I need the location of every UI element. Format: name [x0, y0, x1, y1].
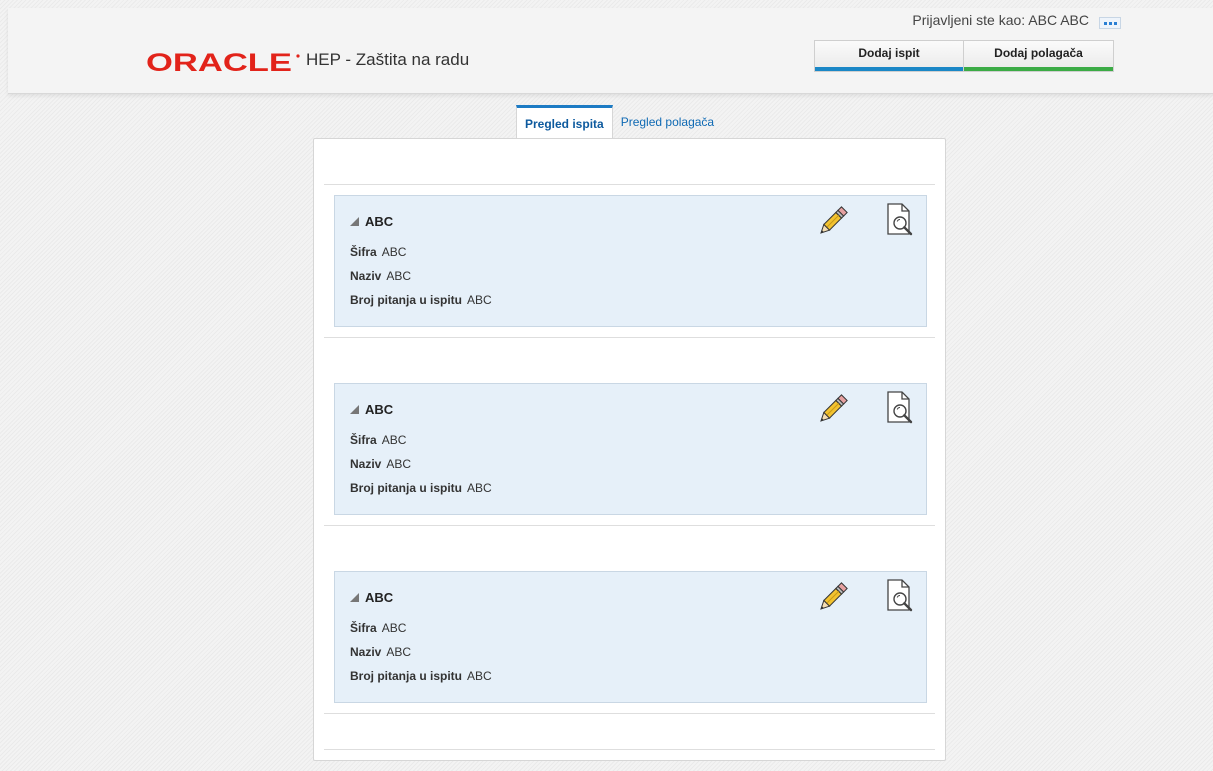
add-exam-accent-bar [815, 67, 963, 71]
card-title: ABC [350, 214, 393, 229]
field-name-value: ABC [386, 457, 412, 471]
collapse-triangle-icon[interactable] [350, 217, 359, 226]
field-code-label: Šifra [350, 245, 377, 259]
divider [324, 184, 935, 185]
field-code: Šifra ABC [350, 433, 406, 447]
more-icon[interactable] [1099, 17, 1121, 29]
svg-text:ORACLE: ORACLE [146, 50, 292, 74]
add-candidate-button[interactable]: Dodaj polagača [964, 40, 1114, 72]
tab-exam-overview[interactable]: Pregled ispita [516, 105, 613, 139]
card-title: ABC [350, 590, 393, 605]
app-header: ORACLE HEP - Zaštita na radu Prijavljeni… [8, 8, 1213, 94]
exam-card: ABC Šifra ABC Naziv ABC Broj pitanja u isp… [334, 195, 927, 327]
field-question-count-value: ABC [467, 669, 492, 683]
field-name-value: ABC [386, 645, 412, 659]
oracle-logo: ORACLE [146, 50, 300, 74]
document-search-icon[interactable] [881, 202, 917, 238]
add-exam-button[interactable]: Dodaj ispit [814, 40, 964, 72]
tab-candidate-overview[interactable]: Pregled polagača [613, 105, 722, 139]
tab-bar: Pregled ispita Pregled polagača [516, 105, 722, 139]
logged-in-user-label: Prijavljeni ste kao: ABC ABC [912, 12, 1089, 28]
field-question-count-value: ABC [467, 481, 492, 495]
pencil-icon[interactable] [815, 203, 851, 239]
field-name-label: Naziv [350, 269, 382, 283]
collapse-triangle-icon[interactable] [350, 405, 359, 414]
field-code-value: ABC [381, 621, 407, 635]
branding: ORACLE HEP - Zaštita na radu [146, 50, 469, 74]
field-question-count: Broj pitanja u ispitu ABC [350, 293, 492, 307]
add-exam-button-label: Dodaj ispit [858, 46, 920, 60]
field-question-count-label: Broj pitanja u ispitu [350, 293, 463, 307]
field-name: Naziv ABC [350, 457, 411, 471]
exam-title: ABC [365, 214, 394, 229]
divider [324, 337, 935, 338]
document-search-icon[interactable] [881, 578, 917, 614]
field-name-label: Naziv [350, 645, 382, 659]
exam-title: ABC [365, 402, 394, 417]
field-name: Naziv ABC [350, 269, 411, 283]
field-question-count-value: ABC [467, 293, 492, 307]
field-code-value: ABC [381, 245, 407, 259]
collapse-triangle-icon[interactable] [350, 593, 359, 602]
field-code-label: Šifra [350, 433, 377, 447]
field-code-value: ABC [381, 433, 407, 447]
add-candidate-accent-bar [964, 67, 1113, 71]
header-actions: Dodaj ispit Dodaj polagača [814, 40, 1114, 72]
exam-card: ABC Šifra ABC Naziv ABC Broj pitanja u isp… [334, 571, 927, 703]
field-name-label: Naziv [350, 457, 382, 471]
document-search-icon[interactable] [881, 390, 917, 426]
exam-title: ABC [365, 590, 394, 605]
field-name: Naziv ABC [350, 645, 411, 659]
divider [324, 749, 935, 750]
field-code: Šifra ABC [350, 621, 406, 635]
field-code: Šifra ABC [350, 245, 406, 259]
exam-list-panel: ABC Šifra ABC Naziv ABC Broj pitanja u isp… [313, 138, 946, 761]
add-candidate-button-label: Dodaj polagača [994, 46, 1083, 60]
divider [324, 713, 935, 714]
divider [324, 525, 935, 526]
field-code-label: Šifra [350, 621, 377, 635]
field-question-count: Broj pitanja u ispitu ABC [350, 669, 492, 683]
pencil-icon[interactable] [815, 391, 851, 427]
card-title: ABC [350, 402, 393, 417]
field-question-count-label: Broj pitanja u ispitu [350, 669, 463, 683]
user-info: Prijavljeni ste kao: ABC ABC [912, 12, 1121, 29]
pencil-icon[interactable] [815, 579, 851, 615]
field-name-value: ABC [386, 269, 412, 283]
exam-card: ABC Šifra ABC Naziv ABC Broj pitanja u isp… [334, 383, 927, 515]
field-question-count-label: Broj pitanja u ispitu [350, 481, 463, 495]
app-title: HEP - Zaštita na radu [306, 50, 470, 69]
field-question-count: Broj pitanja u ispitu ABC [350, 481, 492, 495]
